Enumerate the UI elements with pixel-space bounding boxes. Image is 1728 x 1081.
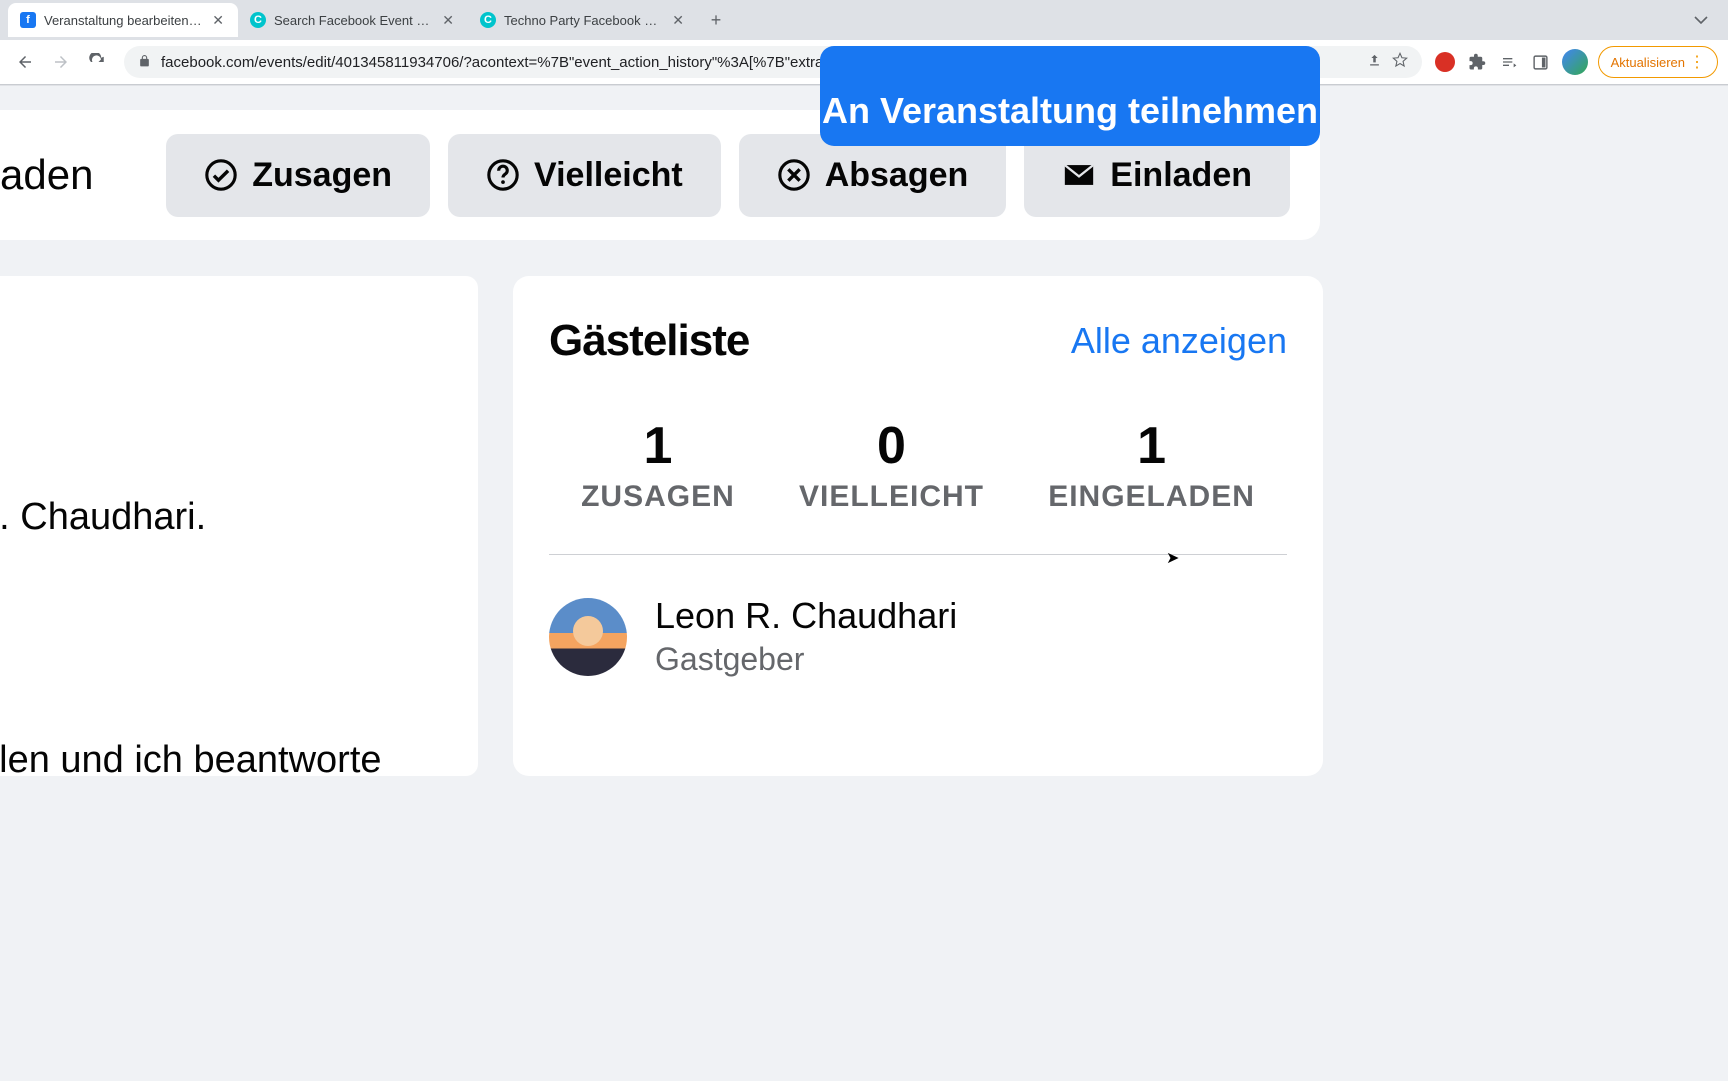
stat-invited-count: 1 [1048, 416, 1255, 476]
tab-title: Search Facebook Event Cover [274, 13, 432, 28]
rsvp-cutoff-text: aden [0, 151, 148, 199]
x-circle-icon [777, 158, 811, 192]
tab-title: Veranstaltung bearbeiten | Fac [44, 13, 202, 28]
going-label: Zusagen [252, 156, 392, 195]
tab-title: Techno Party Facebook Event [504, 13, 662, 28]
guestlist-title: Gästeliste [549, 316, 749, 366]
stat-invited-label: EINGELADEN [1048, 480, 1255, 514]
host-row[interactable]: Leon R. Chaudhari Gastgeber [549, 595, 1287, 678]
guestlist-card: Gästeliste Alle anzeigen 1 ZUSAGEN 0 VIE… [513, 276, 1323, 776]
cant-go-label: Absagen [825, 156, 969, 195]
details-card: n R. Chaudhari. stellen und ich beantwor… [0, 276, 478, 776]
attend-event-banner[interactable]: An Veranstaltung teilnehmen [820, 46, 1320, 146]
details-text-1: n R. Chaudhari. [0, 496, 438, 539]
canva-favicon: C [480, 12, 496, 28]
invite-label: Einladen [1110, 156, 1252, 195]
extensions-puzzle-icon[interactable] [1466, 51, 1488, 73]
tab-bar: f Veranstaltung bearbeiten | Fac ✕ C Sea… [0, 0, 1728, 40]
facebook-favicon: f [20, 12, 36, 28]
close-tab-icon[interactable]: ✕ [440, 10, 456, 31]
stat-going-label: ZUSAGEN [581, 480, 735, 514]
stat-maybe-label: VIELLEICHT [799, 480, 984, 514]
playlist-icon[interactable] [1498, 51, 1520, 73]
stat-going-count: 1 [581, 416, 735, 476]
back-button[interactable] [10, 47, 40, 77]
stat-going[interactable]: 1 ZUSAGEN [581, 416, 735, 514]
page-content: An Veranstaltung teilnehmen aden Zusagen… [0, 85, 1728, 1081]
details-text-2: stellen und ich beantworte [0, 739, 438, 776]
update-button[interactable]: Aktualisieren ⋮ [1598, 46, 1718, 78]
guestlist-header: Gästeliste Alle anzeigen [549, 316, 1287, 366]
content-row: n R. Chaudhari. stellen und ich beantwor… [0, 276, 1728, 776]
tab-2[interactable]: C Search Facebook Event Cover ✕ [238, 3, 468, 37]
menu-dots-icon[interactable]: ⋮ [1689, 52, 1705, 72]
tab-1[interactable]: f Veranstaltung bearbeiten | Fac ✕ [8, 3, 238, 37]
reload-button[interactable] [82, 47, 112, 77]
host-name: Leon R. Chaudhari [655, 595, 957, 637]
toolbar-actions: Aktualisieren ⋮ [1434, 46, 1718, 78]
envelope-icon [1062, 158, 1096, 192]
close-tab-icon[interactable]: ✕ [210, 10, 226, 31]
stat-invited[interactable]: 1 EINGELADEN [1048, 416, 1255, 514]
stat-maybe[interactable]: 0 VIELLEICHT [799, 416, 984, 514]
host-avatar [549, 598, 627, 676]
question-circle-icon [486, 158, 520, 192]
maybe-button[interactable]: Vielleicht [448, 134, 721, 217]
bookmark-icon[interactable] [1392, 52, 1408, 72]
check-circle-icon [204, 158, 238, 192]
tab-3[interactable]: C Techno Party Facebook Event ✕ [468, 3, 698, 37]
profile-avatar[interactable] [1562, 49, 1588, 75]
host-role: Gastgeber [655, 641, 957, 678]
lock-icon [138, 54, 151, 71]
going-button[interactable]: Zusagen [166, 134, 430, 217]
view-all-link[interactable]: Alle anzeigen [1071, 320, 1287, 362]
stat-maybe-count: 0 [799, 416, 984, 476]
new-tab-button[interactable]: + [702, 6, 730, 34]
maybe-label: Vielleicht [534, 156, 683, 195]
close-tab-icon[interactable]: ✕ [670, 10, 686, 31]
panel-icon[interactable] [1530, 51, 1552, 73]
stats-row: 1 ZUSAGEN 0 VIELLEICHT 1 EINGELADEN [549, 416, 1287, 555]
forward-button[interactable] [46, 47, 76, 77]
share-icon[interactable] [1367, 53, 1382, 72]
tabs-dropdown-icon[interactable] [1682, 5, 1720, 35]
extension-icon[interactable] [1434, 51, 1456, 73]
attend-label: An Veranstaltung teilnehmen [822, 90, 1318, 132]
canva-favicon: C [250, 12, 266, 28]
update-label: Aktualisieren [1611, 55, 1685, 70]
